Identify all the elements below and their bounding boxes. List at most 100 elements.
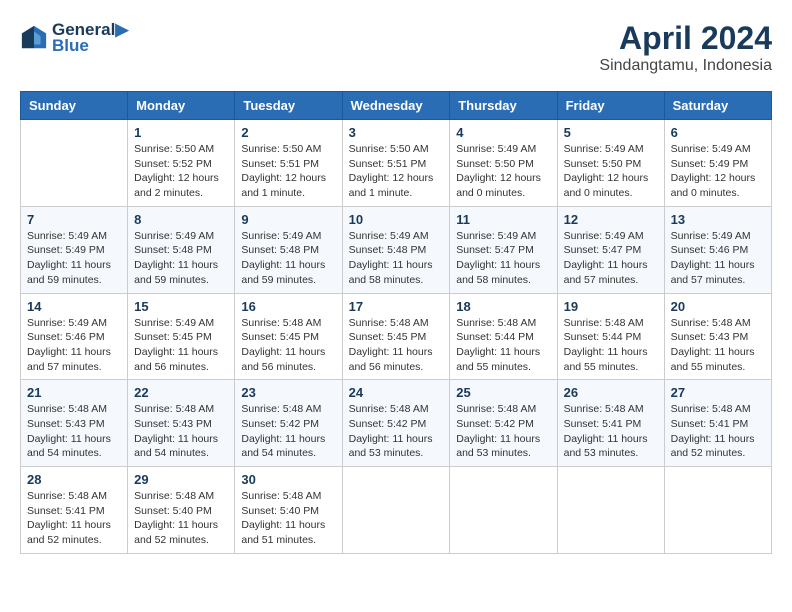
day-info: Sunrise: 5:48 AMSunset: 5:44 PMDaylight:…: [456, 316, 550, 375]
day-info: Sunrise: 5:49 AMSunset: 5:48 PMDaylight:…: [241, 229, 335, 288]
day-info: Sunrise: 5:49 AMSunset: 5:50 PMDaylight:…: [564, 142, 658, 201]
day-info: Sunrise: 5:49 AMSunset: 5:46 PMDaylight:…: [671, 229, 765, 288]
calendar-cell: 1 Sunrise: 5:50 AMSunset: 5:52 PMDaylight…: [128, 120, 235, 207]
day-number: 29: [134, 472, 228, 487]
day-info: Sunrise: 5:49 AMSunset: 5:48 PMDaylight:…: [134, 229, 228, 288]
calendar-cell: 17Sunrise: 5:48 AMSunset: 5:45 PMDayligh…: [342, 293, 450, 380]
day-number: 20: [671, 299, 765, 314]
day-info: Sunrise: 5:48 AMSunset: 5:43 PMDaylight:…: [671, 316, 765, 375]
calendar-cell: 25 Sunrise: 5:48 AMSunset: 5:42 PMDayligh…: [450, 380, 557, 467]
calendar-cell: 11 Sunrise: 5:49 AMSunset: 5:47 PMDayligh…: [450, 206, 557, 293]
day-number: 24: [349, 385, 444, 400]
calendar-cell: [21, 120, 128, 207]
week-row-3: 14 Sunrise: 5:49 AMSunset: 5:46 PMDayligh…: [21, 293, 772, 380]
week-row-1: 1 Sunrise: 5:50 AMSunset: 5:52 PMDaylight…: [21, 120, 772, 207]
day-info: Sunrise: 5:48 AMSunset: 5:41 PMDaylight:…: [671, 402, 765, 461]
day-info: Sunrise: 5:48 AMSunset: 5:42 PMDaylight:…: [241, 402, 335, 461]
location-subtitle: Sindangtamu, Indonesia: [599, 57, 772, 75]
day-number: 3: [349, 125, 444, 140]
day-info: Sunrise: 5:49 AMSunset: 5:48 PMDaylight:…: [349, 229, 444, 288]
day-number: 13: [671, 212, 765, 227]
day-info: Sunrise: 5:49 AMSunset: 5:49 PMDaylight:…: [671, 142, 765, 201]
calendar-cell: 27Sunrise: 5:48 AMSunset: 5:41 PMDayligh…: [664, 380, 771, 467]
day-number: 22: [134, 385, 228, 400]
day-number: 26: [564, 385, 658, 400]
day-number: 23: [241, 385, 335, 400]
day-info: Sunrise: 5:48 AMSunset: 5:45 PMDaylight:…: [241, 316, 335, 375]
calendar-cell: 29 Sunrise: 5:48 AMSunset: 5:40 PMDayligh…: [128, 467, 235, 554]
calendar-cell: 15 Sunrise: 5:49 AMSunset: 5:45 PMDayligh…: [128, 293, 235, 380]
day-info: Sunrise: 5:48 AMSunset: 5:44 PMDaylight:…: [564, 316, 658, 375]
calendar-cell: 6 Sunrise: 5:49 AMSunset: 5:49 PMDaylight…: [664, 120, 771, 207]
calendar-cell: 21 Sunrise: 5:48 AMSunset: 5:43 PMDayligh…: [21, 380, 128, 467]
day-number: 7: [27, 212, 121, 227]
week-row-4: 21 Sunrise: 5:48 AMSunset: 5:43 PMDayligh…: [21, 380, 772, 467]
day-number: 30: [241, 472, 335, 487]
calendar-cell: 10Sunrise: 5:49 AMSunset: 5:48 PMDayligh…: [342, 206, 450, 293]
day-info: Sunrise: 5:49 AMSunset: 5:47 PMDaylight:…: [564, 229, 658, 288]
calendar-cell: 8 Sunrise: 5:49 AMSunset: 5:48 PMDaylight…: [128, 206, 235, 293]
calendar-cell: 16 Sunrise: 5:48 AMSunset: 5:45 PMDayligh…: [235, 293, 342, 380]
day-number: 6: [671, 125, 765, 140]
calendar-cell: 3 Sunrise: 5:50 AMSunset: 5:51 PMDaylight…: [342, 120, 450, 207]
day-number: 1: [134, 125, 228, 140]
day-info: Sunrise: 5:50 AMSunset: 5:52 PMDaylight:…: [134, 142, 228, 201]
calendar-cell: [557, 467, 664, 554]
day-info: Sunrise: 5:48 AMSunset: 5:40 PMDaylight:…: [134, 489, 228, 548]
day-number: 16: [241, 299, 335, 314]
logo: General▶ Blue: [20, 20, 128, 56]
day-header-friday: Friday: [557, 92, 664, 120]
logo-icon: [20, 24, 48, 52]
day-number: 19: [564, 299, 658, 314]
day-info: Sunrise: 5:50 AMSunset: 5:51 PMDaylight:…: [241, 142, 335, 201]
day-info: Sunrise: 5:49 AMSunset: 5:47 PMDaylight:…: [456, 229, 550, 288]
day-info: Sunrise: 5:48 AMSunset: 5:40 PMDaylight:…: [241, 489, 335, 548]
day-number: 4: [456, 125, 550, 140]
calendar-cell: 4 Sunrise: 5:49 AMSunset: 5:50 PMDaylight…: [450, 120, 557, 207]
day-info: Sunrise: 5:48 AMSunset: 5:41 PMDaylight:…: [564, 402, 658, 461]
logo-text: General▶ Blue: [52, 20, 128, 56]
day-header-tuesday: Tuesday: [235, 92, 342, 120]
day-header-sunday: Sunday: [21, 92, 128, 120]
calendar-cell: 12 Sunrise: 5:49 AMSunset: 5:47 PMDayligh…: [557, 206, 664, 293]
day-info: Sunrise: 5:49 AMSunset: 5:49 PMDaylight:…: [27, 229, 121, 288]
calendar-cell: 14 Sunrise: 5:49 AMSunset: 5:46 PMDayligh…: [21, 293, 128, 380]
day-number: 25: [456, 385, 550, 400]
day-info: Sunrise: 5:50 AMSunset: 5:51 PMDaylight:…: [349, 142, 444, 201]
day-number: 15: [134, 299, 228, 314]
day-info: Sunrise: 5:48 AMSunset: 5:42 PMDaylight:…: [456, 402, 550, 461]
day-number: 12: [564, 212, 658, 227]
day-number: 14: [27, 299, 121, 314]
calendar-cell: 2Sunrise: 5:50 AMSunset: 5:51 PMDaylight…: [235, 120, 342, 207]
day-info: Sunrise: 5:48 AMSunset: 5:41 PMDaylight:…: [27, 489, 121, 548]
calendar-cell: 7 Sunrise: 5:49 AMSunset: 5:49 PMDaylight…: [21, 206, 128, 293]
calendar-cell: 26 Sunrise: 5:48 AMSunset: 5:41 PMDayligh…: [557, 380, 664, 467]
day-number: 8: [134, 212, 228, 227]
title-block: April 2024 Sindangtamu, Indonesia: [599, 20, 772, 75]
day-header-wednesday: Wednesday: [342, 92, 450, 120]
day-info: Sunrise: 5:48 AMSunset: 5:43 PMDaylight:…: [27, 402, 121, 461]
calendar-cell: 20 Sunrise: 5:48 AMSunset: 5:43 PMDayligh…: [664, 293, 771, 380]
calendar-header-row: SundayMondayTuesdayWednesdayThursdayFrid…: [21, 92, 772, 120]
day-number: 9: [241, 212, 335, 227]
day-number: 18: [456, 299, 550, 314]
day-header-thursday: Thursday: [450, 92, 557, 120]
calendar-cell: 18 Sunrise: 5:48 AMSunset: 5:44 PMDayligh…: [450, 293, 557, 380]
calendar-cell: [450, 467, 557, 554]
calendar-cell: 9 Sunrise: 5:49 AMSunset: 5:48 PMDaylight…: [235, 206, 342, 293]
day-header-saturday: Saturday: [664, 92, 771, 120]
calendar-cell: 23 Sunrise: 5:48 AMSunset: 5:42 PMDayligh…: [235, 380, 342, 467]
calendar-cell: 24Sunrise: 5:48 AMSunset: 5:42 PMDayligh…: [342, 380, 450, 467]
day-number: 21: [27, 385, 121, 400]
day-header-monday: Monday: [128, 92, 235, 120]
day-info: Sunrise: 5:48 AMSunset: 5:43 PMDaylight:…: [134, 402, 228, 461]
day-info: Sunrise: 5:49 AMSunset: 5:46 PMDaylight:…: [27, 316, 121, 375]
month-title: April 2024: [599, 20, 772, 57]
day-number: 17: [349, 299, 444, 314]
day-number: 11: [456, 212, 550, 227]
day-info: Sunrise: 5:49 AMSunset: 5:50 PMDaylight:…: [456, 142, 550, 201]
day-info: Sunrise: 5:49 AMSunset: 5:45 PMDaylight:…: [134, 316, 228, 375]
calendar-table: SundayMondayTuesdayWednesdayThursdayFrid…: [20, 91, 772, 554]
calendar-cell: [342, 467, 450, 554]
page-header: General▶ Blue April 2024 Sindangtamu, In…: [20, 20, 772, 75]
